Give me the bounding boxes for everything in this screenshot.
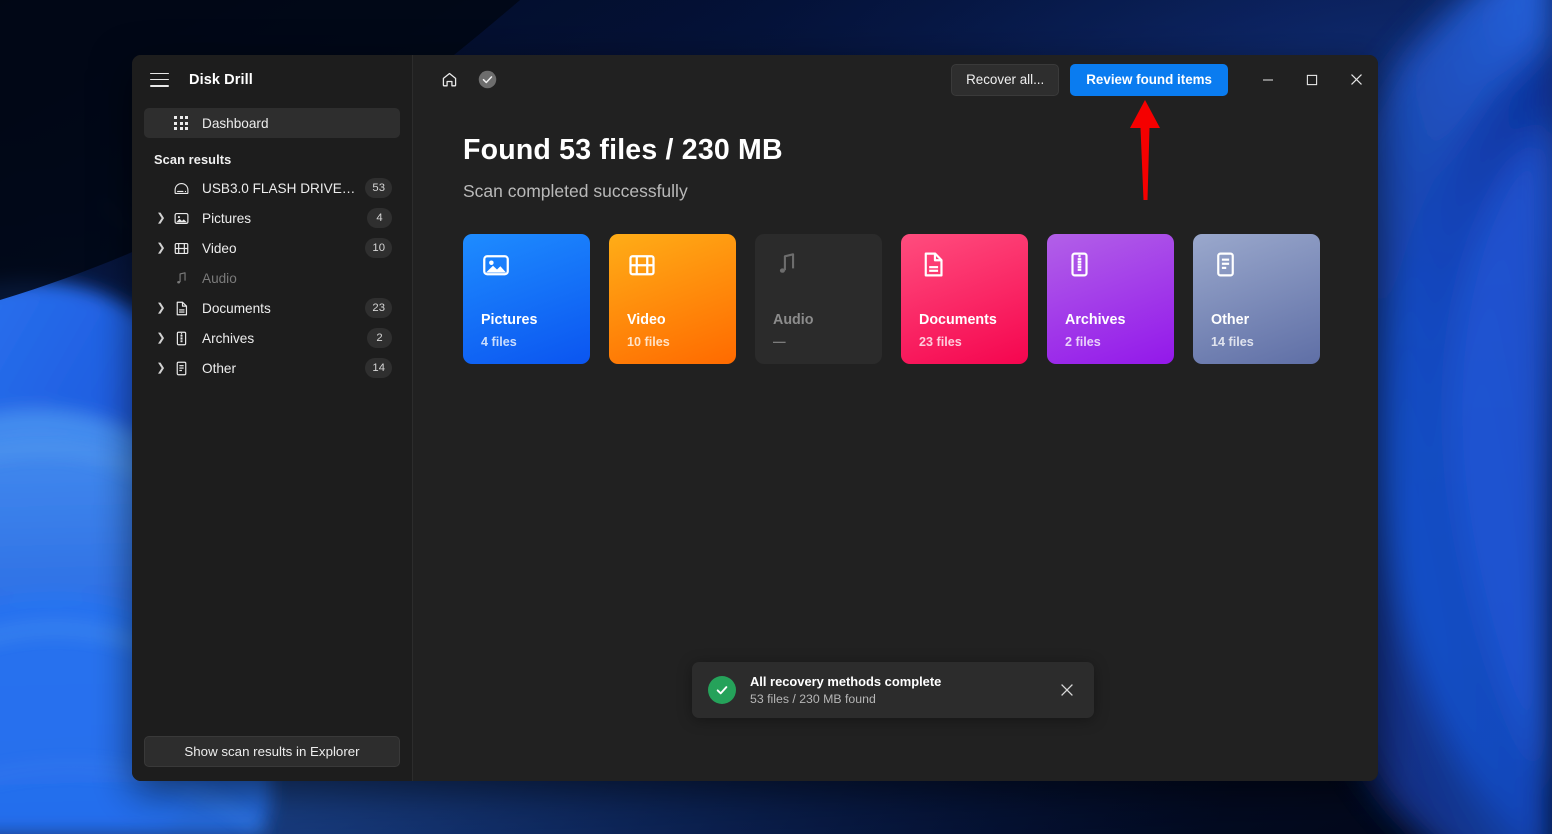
titlebar: Recover all... Review found items — [413, 55, 1378, 104]
card-subtitle: — — [773, 335, 786, 349]
sidebar-item-documents[interactable]: ❯ Documents 23 — [144, 293, 400, 323]
sidebar-item-label: Dashboard — [202, 116, 392, 131]
music-note-icon — [170, 269, 192, 287]
sidebar-item-pictures[interactable]: ❯ Pictures 4 — [144, 203, 400, 233]
disk-drill-window: Disk Drill Dashboard Scan results — [132, 55, 1378, 781]
other-file-icon — [170, 359, 192, 377]
sidebar-footer: Show scan results in Explorer — [132, 736, 412, 781]
close-icon[interactable] — [1054, 677, 1080, 703]
sidebar-item-label: Documents — [202, 301, 357, 316]
picture-icon — [170, 209, 192, 227]
sidebar-item-video[interactable]: ❯ Video 10 — [144, 233, 400, 263]
card-title: Video — [627, 312, 666, 328]
other-file-icon — [1211, 250, 1320, 284]
hamburger-icon[interactable] — [150, 73, 169, 87]
grid-icon — [170, 114, 192, 132]
app-title: Disk Drill — [189, 72, 253, 88]
toast-notification: All recovery methods complete 53 files /… — [692, 662, 1094, 718]
sidebar-item-audio: Audio — [144, 263, 400, 293]
sidebar-item-count: 14 — [365, 358, 392, 378]
sidebar-item-count: 23 — [365, 298, 392, 318]
check-icon — [708, 676, 736, 704]
chevron-right-icon[interactable]: ❯ — [152, 303, 170, 314]
card-archives[interactable]: Archives 2 files — [1047, 234, 1174, 364]
minimize-icon[interactable] — [1246, 57, 1290, 103]
sidebar-item-label: Pictures — [202, 211, 359, 226]
card-audio: Audio — — [755, 234, 882, 364]
sidebar-item-count: 53 — [365, 178, 392, 198]
disk-drive-icon — [170, 179, 192, 197]
sidebar-item-archives[interactable]: ❯ Archives 2 — [144, 323, 400, 353]
film-icon — [627, 250, 736, 284]
home-icon[interactable] — [435, 66, 463, 94]
card-documents[interactable]: Documents 23 files — [901, 234, 1028, 364]
card-title: Other — [1211, 312, 1249, 328]
sidebar-item-count: 2 — [367, 328, 392, 348]
sidebar-item-label: Other — [202, 361, 357, 376]
scan-status-text: Scan completed successfully — [463, 181, 1378, 202]
archive-zip-icon — [1065, 250, 1174, 284]
sidebar-item-label: Video — [202, 241, 357, 256]
card-title: Audio — [773, 312, 814, 328]
sidebar: Disk Drill Dashboard Scan results — [132, 55, 413, 781]
close-icon[interactable] — [1334, 57, 1378, 103]
card-video[interactable]: Video 10 files — [609, 234, 736, 364]
check-circle-icon[interactable] — [473, 66, 501, 94]
music-note-icon — [773, 250, 882, 284]
sidebar-item-count — [367, 268, 392, 288]
sidebar-item-label: USB3.0 FLASH DRIVE USB... — [202, 181, 357, 196]
card-pictures[interactable]: Pictures 4 files — [463, 234, 590, 364]
document-icon — [919, 250, 1028, 284]
card-subtitle: 4 files — [481, 335, 517, 349]
document-icon — [170, 299, 192, 317]
show-scan-results-in-explorer-button[interactable]: Show scan results in Explorer — [144, 736, 400, 767]
sidebar-item-label: Archives — [202, 331, 359, 346]
sidebar-item-usb-drive[interactable]: USB3.0 FLASH DRIVE USB... 53 — [144, 173, 400, 203]
sidebar-item-other[interactable]: ❯ Other 14 — [144, 353, 400, 383]
card-subtitle: 2 files — [1065, 335, 1101, 349]
window-controls — [1246, 57, 1378, 103]
main-panel: Recover all... Review found items Foun — [413, 55, 1378, 781]
chevron-right-icon[interactable]: ❯ — [152, 213, 170, 224]
card-title: Pictures — [481, 312, 537, 328]
toast-subtitle: 53 files / 230 MB found — [750, 692, 1054, 706]
card-subtitle: 14 files — [1211, 335, 1254, 349]
red-arrow-up-icon — [1122, 98, 1168, 202]
recover-all-button[interactable]: Recover all... — [951, 64, 1059, 96]
content-area: Found 53 files / 230 MB Scan completed s… — [413, 104, 1378, 364]
card-subtitle: 10 files — [627, 335, 670, 349]
archive-zip-icon — [170, 329, 192, 347]
file-category-cards: Pictures 4 files Video 10 files — [463, 234, 1378, 364]
card-title: Documents — [919, 312, 997, 328]
card-title: Archives — [1065, 312, 1125, 328]
chevron-right-icon[interactable]: ❯ — [152, 363, 170, 374]
picture-icon — [481, 250, 590, 284]
chevron-right-icon[interactable]: ❯ — [152, 333, 170, 344]
sidebar-item-label: Audio — [202, 271, 359, 286]
page-title: Found 53 files / 230 MB — [463, 134, 1378, 167]
sidebar-item-count: 4 — [367, 208, 392, 228]
card-other[interactable]: Other 14 files — [1193, 234, 1320, 364]
review-found-items-button[interactable]: Review found items — [1070, 64, 1228, 96]
maximize-icon[interactable] — [1290, 57, 1334, 103]
sidebar-item-dashboard[interactable]: Dashboard — [144, 108, 400, 138]
sidebar-item-count: 10 — [365, 238, 392, 258]
chevron-right-icon[interactable]: ❯ — [152, 243, 170, 254]
film-icon — [170, 239, 192, 257]
sidebar-nav: Dashboard Scan results USB3.0 FLASH DRIV… — [132, 104, 412, 383]
sidebar-header: Disk Drill — [132, 55, 412, 104]
card-subtitle: 23 files — [919, 335, 962, 349]
sidebar-section-scan-results: Scan results — [144, 138, 400, 173]
toast-text: All recovery methods complete 53 files /… — [750, 674, 1054, 706]
toast-title: All recovery methods complete — [750, 674, 1054, 689]
